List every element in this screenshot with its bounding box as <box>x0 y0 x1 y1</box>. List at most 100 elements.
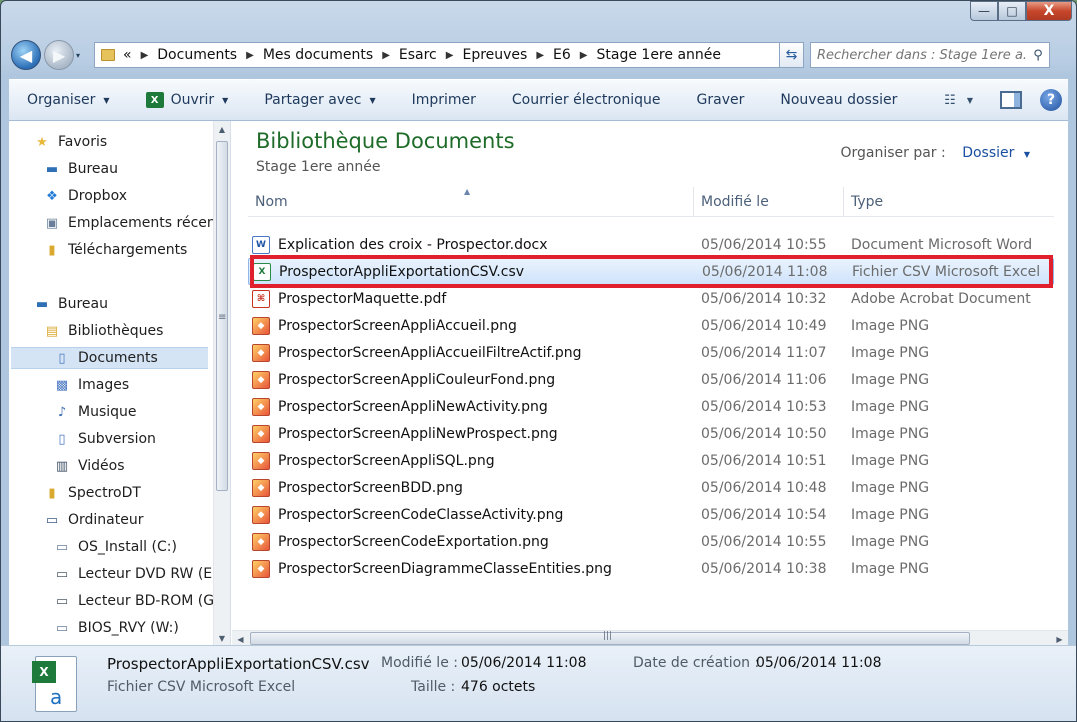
search-input[interactable] <box>817 47 1027 63</box>
file-name-cell[interactable]: ◆ ProspectorScreenAppliNewActivity.png <box>248 397 694 416</box>
file-row[interactable]: ◆ ProspectorScreenBDD.png 05/06/2014 10:48… <box>248 474 1054 501</box>
sidebar-item-label: Subversion <box>78 431 156 447</box>
new-folder-button[interactable]: Nouveau dossier <box>762 80 915 120</box>
sidebar-item-recent[interactable]: ▣ Emplacements récents <box>43 212 229 234</box>
breadcrumb-documents[interactable]: Documents <box>157 47 237 63</box>
breadcrumb-esarc[interactable]: Esarc <box>399 47 437 63</box>
scroll-left-icon[interactable]: ◀ <box>232 635 249 644</box>
scroll-thumb[interactable] <box>250 631 970 645</box>
organize-button[interactable]: Organiser ▼ <box>9 80 128 120</box>
sidebar-item-videos[interactable]: ▥ Vidéos <box>53 455 125 477</box>
png-file-icon: ◆ <box>252 316 270 335</box>
file-row[interactable]: ◆ ProspectorScreenAppliSQL.png 05/06/2014 … <box>248 447 1054 474</box>
scroll-right-icon[interactable]: ▶ <box>1051 635 1068 644</box>
png-file-icon: ◆ <box>252 451 270 470</box>
file-row[interactable]: ⌘ ProspectorMaquette.pdf 05/06/2014 10:32 A… <box>248 285 1054 312</box>
sidebar-item-dvd[interactable]: ▭ Lecteur DVD RW (E: <box>53 563 217 585</box>
preview-pane-icon[interactable] <box>1000 91 1022 109</box>
sidebar-item-bureau[interactable]: ▬ Bureau <box>33 293 108 315</box>
sidebar-item-drive-w[interactable]: ▭ BIOS_RVY (W:) <box>53 617 179 639</box>
chevron-right-icon: ▶ <box>382 49 390 61</box>
column-header-type[interactable]: Type <box>844 187 1054 216</box>
recent-pages-dropdown[interactable]: ▾ <box>76 51 88 60</box>
details-size-label: Taille : <box>411 679 456 695</box>
close-button[interactable]: X <box>1026 1 1072 21</box>
refresh-button[interactable]: ⇆ <box>780 42 804 68</box>
sidebar-item-label: Téléchargements <box>68 242 188 258</box>
sidebar-item-label: Emplacements récents <box>68 215 229 231</box>
file-name-cell[interactable]: ◆ ProspectorScreenDiagrammeClasseEntities… <box>248 559 694 578</box>
chevron-down-icon[interactable]: ▼ <box>1024 150 1030 159</box>
burn-button[interactable]: Graver <box>679 80 763 120</box>
sidebar-item-music[interactable]: ♪ Musique <box>53 401 137 423</box>
file-name-cell[interactable]: ◆ ProspectorScreenAppliAccueil.png <box>248 316 694 335</box>
sidebar-item-subversion[interactable]: ▯ Subversion <box>53 428 156 450</box>
nav-scrollbar[interactable]: ▲ ▼ <box>213 121 230 647</box>
sidebar-item-dropbox[interactable]: ❖ Dropbox <box>43 185 127 207</box>
breadcrumb-epreuves[interactable]: Epreuves <box>462 47 527 63</box>
file-name-cell[interactable]: ⌘ ProspectorMaquette.pdf <box>248 289 694 308</box>
sidebar-item-bureau-fav[interactable]: ▬ Bureau <box>43 158 118 180</box>
file-name: ProspectorScreenDiagrammeClasseEntities.… <box>278 560 612 577</box>
file-row[interactable]: ◆ ProspectorScreenAppliAccueilFiltreActif… <box>248 339 1054 366</box>
search-box[interactable]: ⚲ <box>810 42 1050 68</box>
file-row[interactable]: ◆ ProspectorScreenDiagrammeClasseEntities… <box>248 555 1054 582</box>
scroll-up-icon[interactable]: ▲ <box>214 121 230 138</box>
file-name-cell[interactable]: ◆ ProspectorScreenAppliNewProspect.png <box>248 424 694 443</box>
file-modified: 05/06/2014 11:08 <box>702 263 828 280</box>
file-row[interactable]: W Explication des croix - Prospector.docx… <box>248 231 1054 258</box>
email-button[interactable]: Courrier électronique <box>494 80 679 120</box>
file-name-cell[interactable]: W Explication des croix - Prospector.docx <box>248 235 694 254</box>
breadcrumb-stage[interactable]: Stage 1ere année <box>597 47 722 63</box>
sidebar-item-spectrodt[interactable]: ▮ SpectroDT <box>43 482 141 504</box>
file-name-cell[interactable]: ◆ ProspectorScreenCodeClasseActivity.png <box>248 505 694 524</box>
back-button[interactable]: ◀ <box>11 40 41 70</box>
file-row[interactable]: ◆ ProspectorScreenCodeClasseActivity.png 0… <box>248 501 1054 528</box>
column-header-name[interactable]: Nom <box>248 187 694 216</box>
file-name-cell[interactable]: ◆ ProspectorScreenAppliAccueilFiltreActif… <box>248 343 694 362</box>
file-row[interactable]: X ProspectorAppliExportationCSV.csv 05/06/… <box>248 258 1054 285</box>
sidebar-item-drive-c[interactable]: ▭ OS_Install (C:) <box>53 536 177 558</box>
file-name-cell[interactable]: X ProspectorAppliExportationCSV.csv <box>249 262 695 281</box>
file-row[interactable]: ◆ ProspectorScreenAppliAccueil.png 05/06/2… <box>248 312 1054 339</box>
search-icon[interactable]: ⚲ <box>1027 48 1049 63</box>
breadcrumb-overflow[interactable]: « <box>123 47 132 63</box>
scroll-thumb[interactable] <box>216 141 228 491</box>
sidebar-item-images[interactable]: ▩ Images <box>53 374 129 396</box>
chevron-down-icon[interactable]: ▼ <box>960 96 980 105</box>
help-icon[interactable]: ? <box>1040 89 1062 111</box>
file-name-cell[interactable]: ◆ ProspectorScreenAppliCouleurFond.png <box>248 370 694 389</box>
open-button[interactable]: X Ouvrir ▼ <box>128 80 247 120</box>
sidebar-item-documents[interactable]: ▯ Documents <box>11 347 208 369</box>
sidebar-item-bdrom[interactable]: ▭ Lecteur BD-ROM (G <box>53 590 214 612</box>
png-file-icon: ◆ <box>252 424 270 443</box>
file-name-cell[interactable]: ◆ ProspectorScreenBDD.png <box>248 478 694 497</box>
breadcrumb-mes-documents[interactable]: Mes documents <box>263 47 373 63</box>
chevron-down-icon: ▼ <box>222 95 229 105</box>
address-bar[interactable]: « ▶ Documents ▶ Mes documents ▶ Esarc ▶ … <box>94 42 780 68</box>
print-button[interactable]: Imprimer <box>394 80 494 120</box>
sidebar-item-libraries[interactable]: ▤ Bibliothèques <box>43 320 164 342</box>
file-modified: 05/06/2014 10:55 <box>701 236 827 253</box>
sidebar-item-computer[interactable]: ▭ Ordinateur <box>43 509 144 531</box>
file-row[interactable]: ◆ ProspectorScreenAppliNewProspect.png 05/… <box>248 420 1054 447</box>
column-header-modified[interactable]: Modifié le <box>694 187 844 216</box>
file-name: ProspectorScreenAppliAccueil.png <box>278 317 517 334</box>
library-subtitle: Stage 1ere année <box>256 159 381 175</box>
sidebar-item-favoris[interactable]: ★ Favoris <box>33 131 107 153</box>
maximize-button[interactable]: □ <box>998 1 1026 21</box>
file-row[interactable]: ◆ ProspectorScreenAppliCouleurFond.png 05/… <box>248 366 1054 393</box>
file-name-cell[interactable]: ◆ ProspectorScreenCodeExportation.png <box>248 532 694 551</box>
view-options-icon[interactable]: ☷ <box>940 93 960 108</box>
minimize-button[interactable]: — <box>970 1 998 21</box>
file-row[interactable]: ◆ ProspectorScreenAppliNewActivity.png 05/… <box>248 393 1054 420</box>
details-filetype: Fichier CSV Microsoft Excel <box>107 679 296 695</box>
forward-button[interactable]: ▶ <box>44 40 74 70</box>
file-row[interactable]: ◆ ProspectorScreenCodeExportation.png 05/0… <box>248 528 1054 555</box>
file-name-cell[interactable]: ◆ ProspectorScreenAppliSQL.png <box>248 451 694 470</box>
details-created-value: 05/06/2014 11:08 <box>756 655 882 671</box>
breadcrumb-e6[interactable]: E6 <box>553 47 571 63</box>
share-button[interactable]: Partager avec ▼ <box>246 80 393 120</box>
arrange-dropdown[interactable]: Dossier <box>962 145 1014 161</box>
sidebar-item-downloads[interactable]: ▮ Téléchargements <box>43 239 187 261</box>
